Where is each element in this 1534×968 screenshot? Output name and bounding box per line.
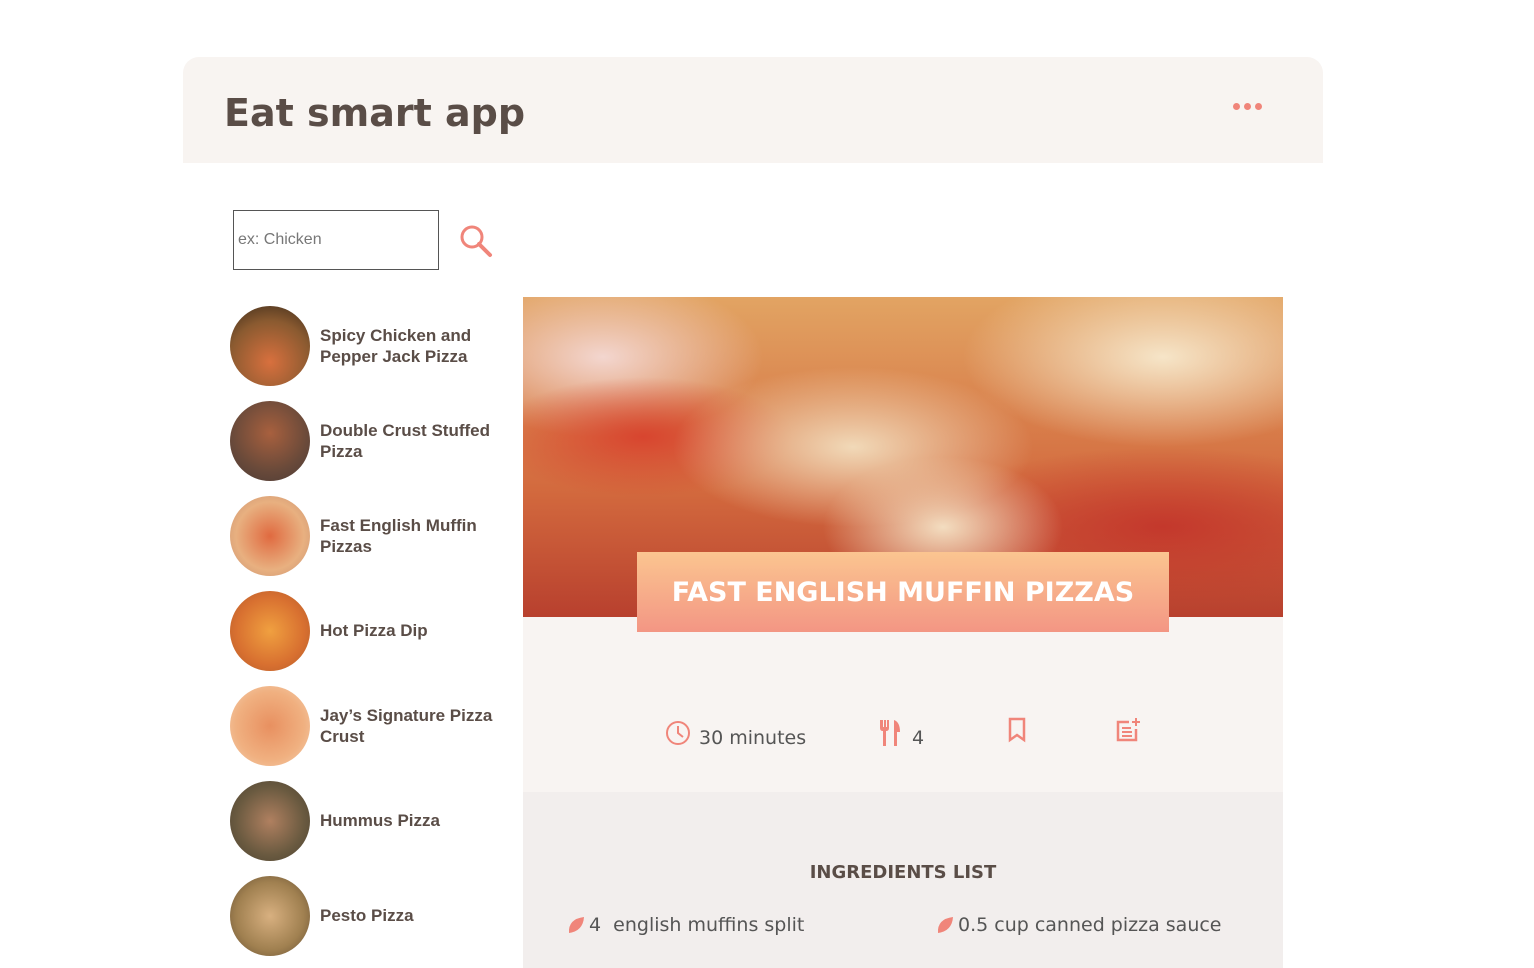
ingredient-item: 4 english muffins split (567, 914, 804, 936)
recipe-thumbnail (230, 875, 310, 956)
ingredient-text: 4 english muffins split (589, 914, 805, 936)
leaf-icon (937, 917, 953, 933)
recipe-item[interactable]: Pesto Pizza (230, 868, 520, 963)
recipe-name: Fast English Muffin Pizzas (320, 515, 477, 556)
recipe-name: Hummus Pizza (320, 811, 440, 830)
leaf-icon (568, 917, 584, 933)
recipe-item[interactable]: Double Crust Stuffed Pizza (230, 393, 520, 488)
recipe-name: Hot Pizza Dip (320, 621, 428, 640)
cook-time: 30 minutes (665, 717, 806, 749)
recipe-name: Jay’s Signature Pizza Crust (320, 705, 493, 746)
recipe-thumbnail (230, 305, 310, 386)
clock-icon (666, 721, 690, 745)
recipe-thumbnail (230, 780, 310, 861)
recipe-thumbnail (230, 685, 310, 766)
ingredient-text: 0.5 cup canned pizza sauce (958, 914, 1222, 936)
recipe-thumbnail (230, 590, 310, 671)
recipe-thumbnail (230, 495, 310, 576)
app-card: Eat smart app Spicy Chicken and Pepper J… (183, 57, 1323, 968)
search-input[interactable] (233, 210, 439, 270)
recipe-name: Double Crust Stuffed Pizza (320, 420, 490, 461)
utensils-icon (880, 720, 900, 746)
recipe-item[interactable]: Fast English Muffin Pizzas (230, 488, 520, 583)
app-title: Eat smart app (224, 91, 526, 135)
servings-value: 4 (912, 727, 925, 749)
bookmark-icon[interactable] (1007, 717, 1027, 743)
recipe-info: 30 minutes 4 (523, 617, 1283, 792)
servings: 4 (878, 717, 924, 749)
app-header: Eat smart app (183, 57, 1323, 163)
recipe-item[interactable]: Jay’s Signature Pizza Crust (230, 678, 520, 773)
recipe-name: Spicy Chicken and Pepper Jack Pizza (320, 325, 472, 366)
recipe-item[interactable]: Spicy Chicken and Pepper Jack Pizza (230, 298, 520, 393)
ingredient-item: 0.5 cup canned pizza sauce (936, 914, 1222, 936)
cook-time-value: 30 minutes (699, 727, 807, 749)
recipe-list: Spicy Chicken and Pepper Jack Pizza Doub… (230, 298, 520, 963)
add-note-icon[interactable] (1115, 717, 1141, 743)
recipe-item[interactable]: Hot Pizza Dip (230, 583, 520, 678)
ingredients-heading: INGREDIENTS LIST (809, 862, 997, 883)
search-icon[interactable] (458, 223, 494, 259)
ingredients-section: INGREDIENTS LIST 4 english muffins split… (523, 792, 1283, 968)
recipe-name: Pesto Pizza (320, 906, 414, 925)
recipe-item[interactable]: Hummus Pizza (230, 773, 520, 868)
more-horizontal-icon[interactable] (1227, 97, 1268, 116)
recipe-thumbnail (230, 400, 310, 481)
recipe-title-banner: FAST ENGLISH MUFFIN PIZZAS (637, 552, 1169, 632)
